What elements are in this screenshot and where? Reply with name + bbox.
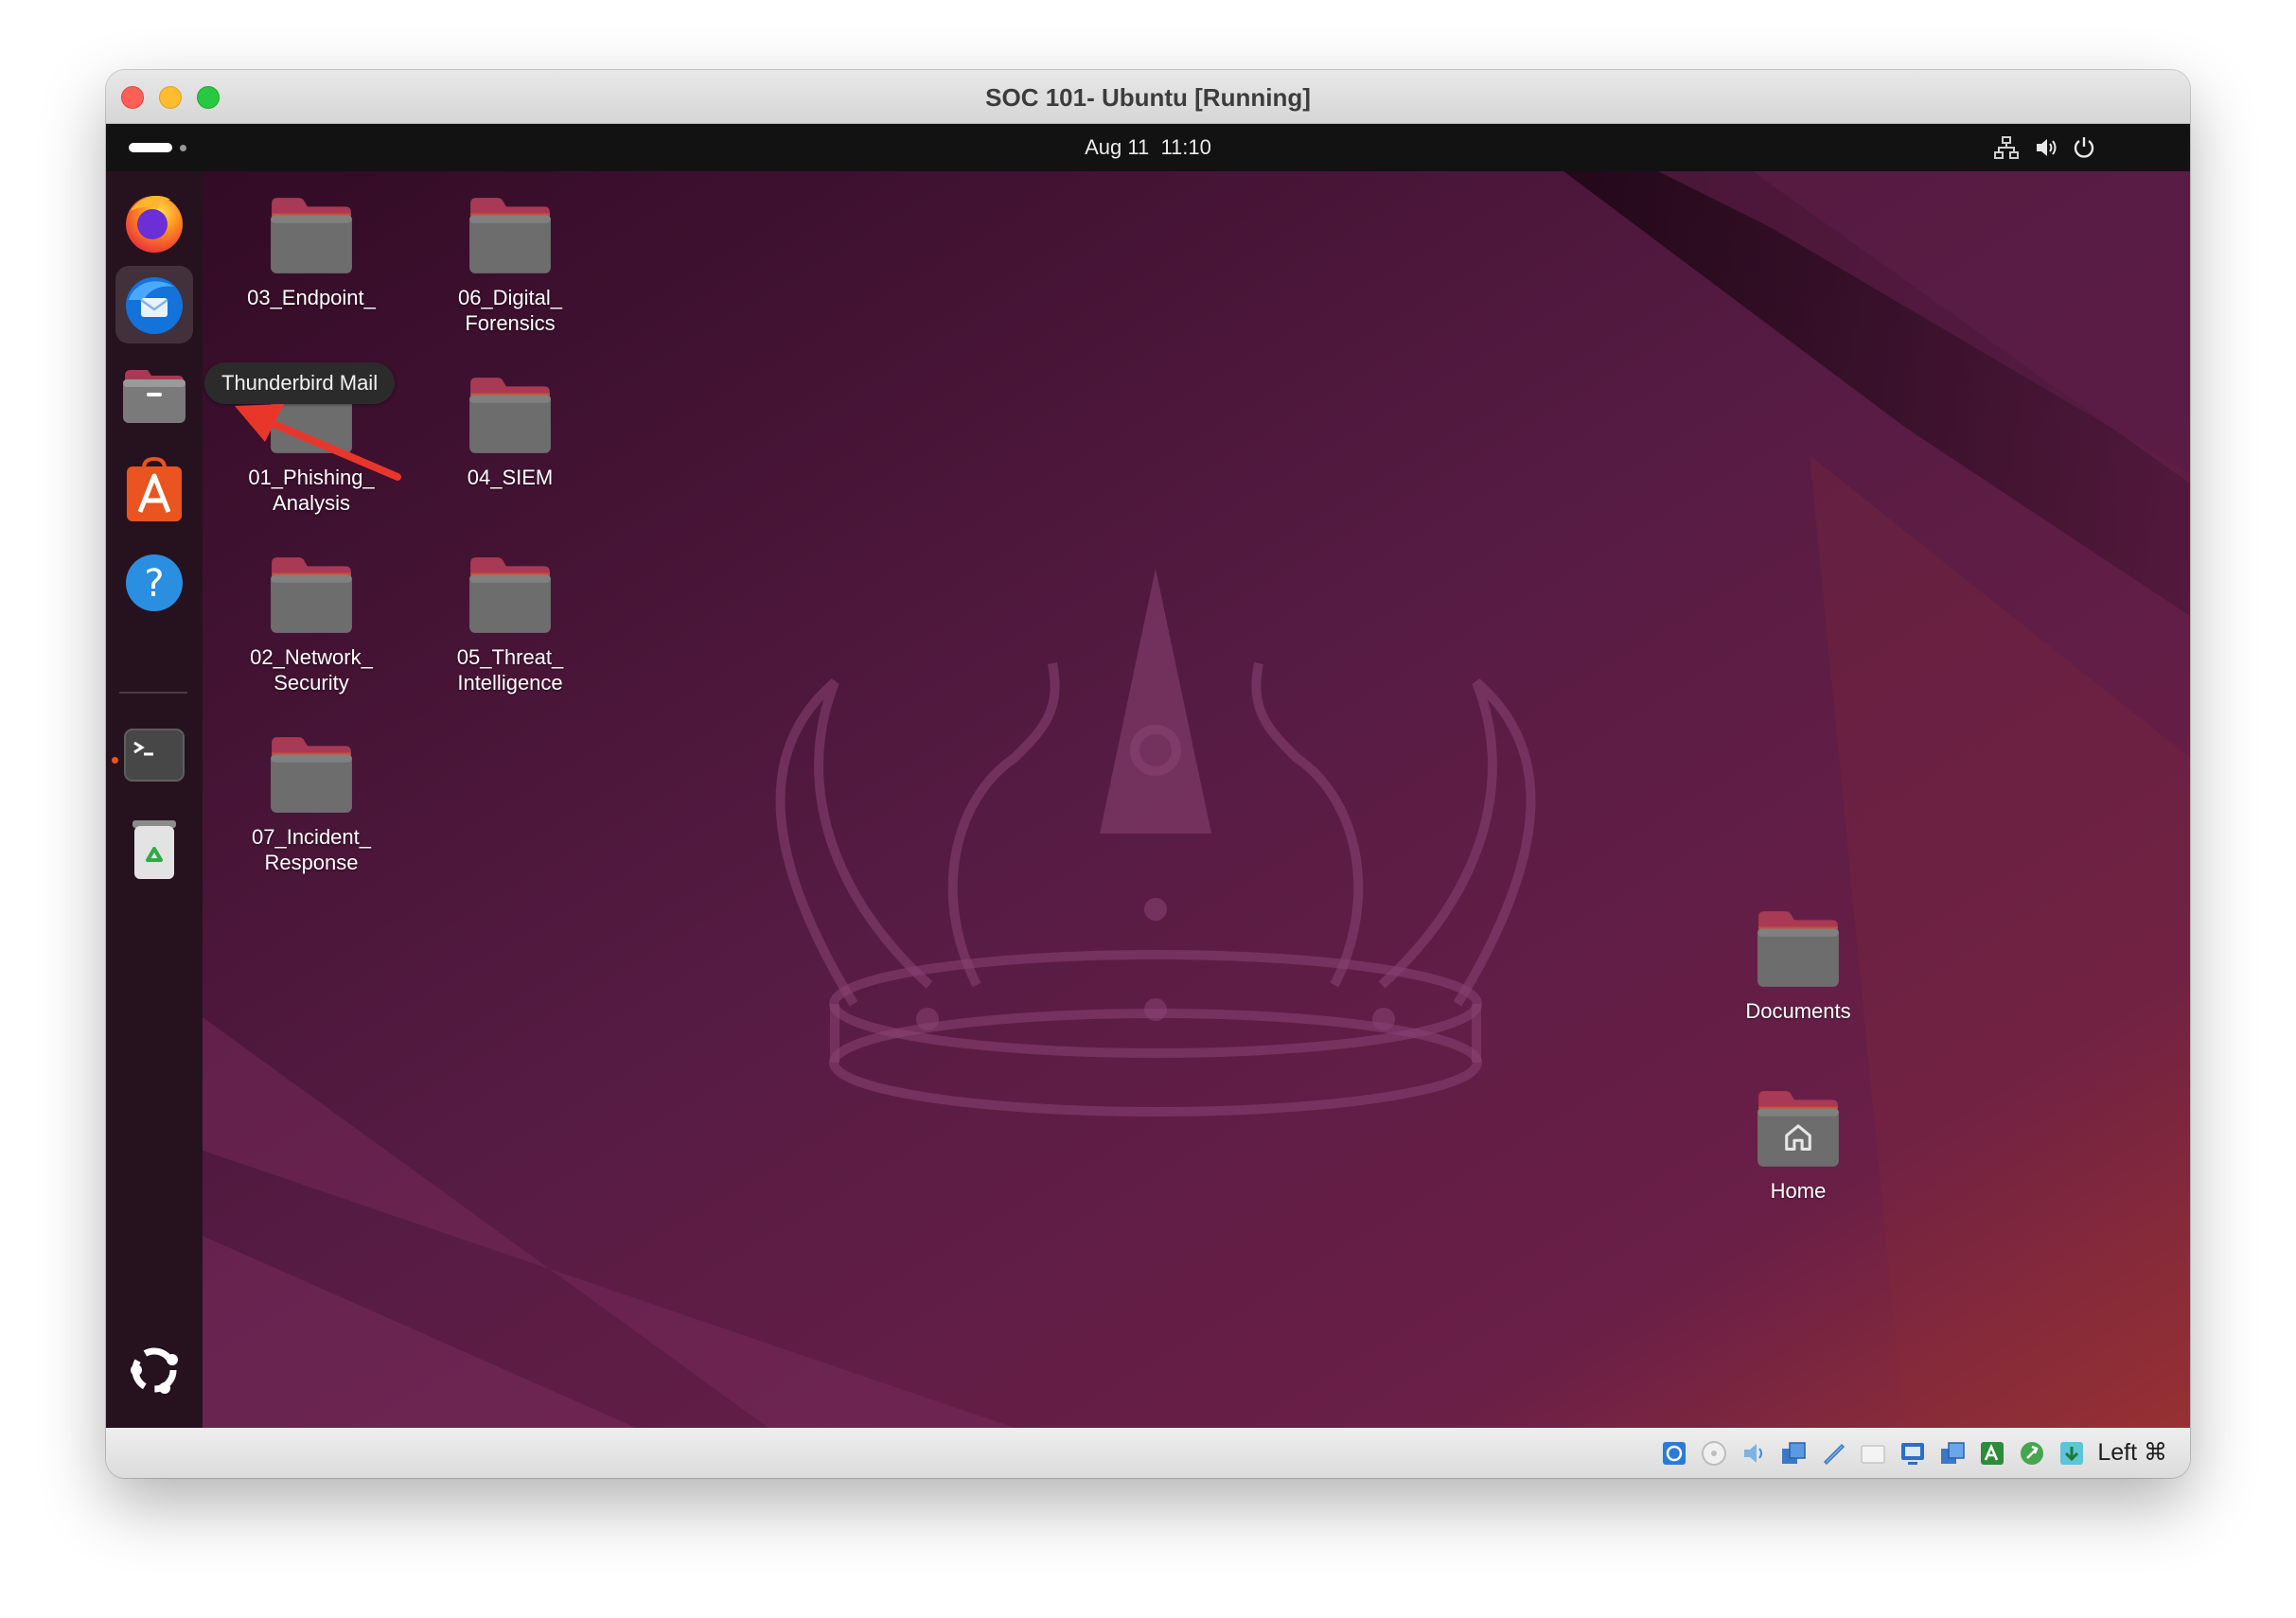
shared-folder-icon[interactable] xyxy=(1859,1439,1887,1468)
virtualbox-window: SOC 101- Ubuntu [Running] Aug 11 11:10 ?… xyxy=(106,70,2190,1478)
window-title: SOC 101- Ubuntu [Running] xyxy=(985,83,1311,112)
keyboard-icon[interactable] xyxy=(2058,1439,2086,1468)
cpu-icon[interactable] xyxy=(1978,1439,2006,1468)
vm-display[interactable]: Aug 11 11:10 ? 03_Endpoint_ 06_Digital_ … xyxy=(106,124,2190,1428)
hard-disk-icon[interactable] xyxy=(1660,1439,1688,1468)
display-icon[interactable] xyxy=(1899,1439,1927,1468)
usb-icon[interactable] xyxy=(1819,1439,1847,1468)
mouse-integration-icon[interactable] xyxy=(2018,1439,2046,1468)
network-adapter-icon[interactable] xyxy=(1779,1439,1808,1468)
optical-disc-icon[interactable] xyxy=(1700,1439,1728,1468)
window-titlebar[interactable]: SOC 101- Ubuntu [Running] xyxy=(106,70,2190,124)
annotation-arrow xyxy=(235,404,401,481)
virtualbox-status-bar: Left ⌘ xyxy=(106,1428,2190,1478)
host-key-label: Left ⌘ xyxy=(2097,1439,2167,1466)
recording-icon[interactable] xyxy=(1938,1439,1967,1468)
audio-icon[interactable] xyxy=(1740,1439,1768,1468)
